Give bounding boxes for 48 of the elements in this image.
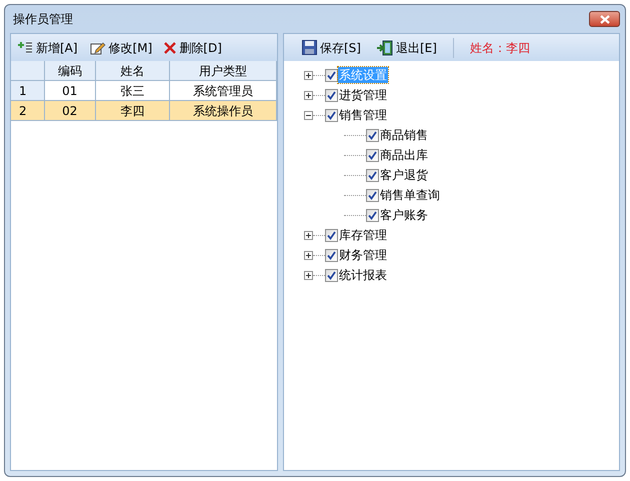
table-row[interactable]: 2 02 李四 系统操作员 [11, 101, 277, 121]
tree-item[interactable]: 财务管理 [338, 247, 388, 263]
expand-icon[interactable] [304, 230, 313, 240]
tree-item[interactable]: 客户退货 [379, 167, 429, 183]
checkbox[interactable] [366, 188, 379, 202]
tree-item[interactable]: 销售管理 [338, 107, 388, 123]
expand-icon[interactable] [304, 270, 313, 280]
collapse-icon[interactable] [304, 110, 313, 120]
table-row[interactable]: 1 01 张三 系统管理员 [11, 81, 277, 101]
delete-icon [164, 42, 176, 54]
tree-item[interactable]: 进货管理 [338, 87, 388, 103]
tree-item[interactable]: 商品销售 [379, 127, 429, 143]
table-cell: 02 [44, 101, 96, 121]
expand-icon[interactable] [304, 70, 313, 80]
toolbar-button[interactable]: 修改[M] [90, 38, 152, 56]
table-cell: 李四 [96, 101, 170, 121]
toolbar-button[interactable]: 保存[S] [302, 38, 361, 56]
checkbox[interactable] [325, 248, 338, 262]
tree-item[interactable]: 库存管理 [338, 227, 388, 243]
tree-item[interactable]: 销售单查询 [379, 187, 441, 203]
toolbar-button[interactable]: 退出[E] [376, 38, 437, 56]
checkbox[interactable] [366, 168, 379, 182]
window-title: 操作员管理 [12, 11, 73, 28]
checkbox[interactable] [325, 68, 338, 82]
checkbox[interactable] [366, 128, 379, 142]
close-button[interactable] [589, 11, 620, 27]
checkbox[interactable] [366, 148, 379, 162]
toolbar-button[interactable]: 新增[A] [17, 38, 78, 56]
checkbox[interactable] [366, 208, 379, 222]
tree-item[interactable]: 客户账务 [379, 207, 429, 223]
checkbox[interactable] [325, 228, 338, 242]
row-number: 1 [11, 81, 45, 101]
tree-item[interactable]: 统计报表 [338, 267, 388, 283]
add-list-icon [17, 40, 33, 54]
checkbox[interactable] [325, 88, 338, 102]
close-icon [600, 14, 610, 24]
save-icon [302, 40, 317, 55]
current-user-label: 姓名：李四 [470, 40, 530, 56]
toolbar-button[interactable]: 删除[D] [164, 38, 222, 56]
table-cell: 系统操作员 [170, 101, 277, 121]
checkbox[interactable] [325, 108, 338, 122]
tree-item[interactable]: 商品出库 [379, 147, 429, 163]
checkbox[interactable] [325, 268, 338, 282]
expand-icon[interactable] [304, 250, 313, 260]
door-icon [376, 40, 393, 56]
edit-icon [90, 40, 106, 54]
row-number: 2 [11, 101, 45, 121]
expand-icon[interactable] [304, 90, 313, 100]
